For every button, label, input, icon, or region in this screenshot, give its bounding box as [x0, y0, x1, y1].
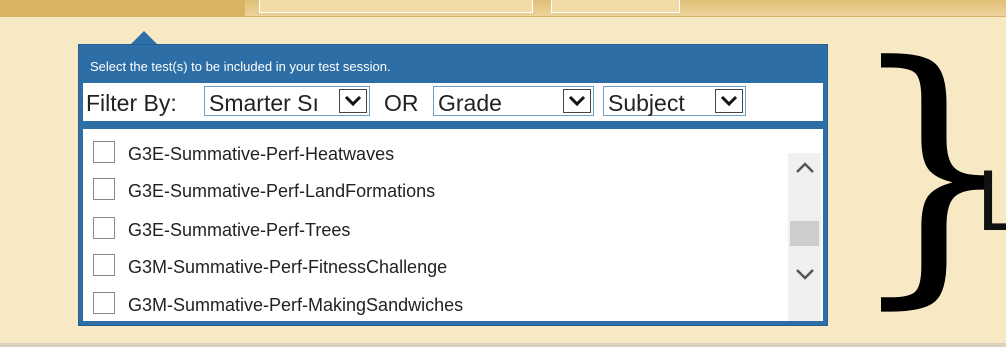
test-label: G3E-Summative-Perf-Heatwaves	[128, 144, 395, 164]
or-label: OR	[384, 90, 419, 116]
top-nav-accent	[0, 0, 245, 16]
list-scrollbar[interactable]	[788, 153, 821, 321]
test-selection-panel: Select the test(s) to be included in you…	[78, 44, 828, 326]
chevron-down-icon[interactable]	[563, 89, 591, 113]
test-label: G3M-Summative-Perf-FitnessChallenge	[128, 257, 448, 277]
test-checkbox[interactable]	[93, 217, 115, 239]
test-checkbox[interactable]	[93, 178, 115, 200]
subject-filter-select[interactable]: Subject	[603, 86, 746, 116]
test-checkbox[interactable]	[93, 254, 115, 276]
assessment-filter-value: Smarter Sı	[209, 90, 319, 116]
test-checkbox[interactable]	[93, 292, 115, 314]
test-list: G3E-Summative-Perf-Heatwaves G3E-Summati…	[83, 129, 823, 321]
top-nav-tab-2[interactable]	[551, 0, 680, 13]
filter-by-label: Filter By:	[86, 90, 177, 116]
test-label: G3E-Summative-Perf-Trees	[128, 220, 351, 240]
chevron-down-icon[interactable]	[715, 89, 743, 113]
side-letter: L	[977, 153, 1006, 249]
chevron-down-icon[interactable]	[795, 267, 815, 286]
chevron-down-icon[interactable]	[339, 89, 367, 113]
chevron-up-icon[interactable]	[795, 161, 815, 180]
test-checkbox[interactable]	[93, 141, 115, 163]
test-label: G3E-Summative-Perf-LandFormations	[128, 181, 436, 201]
instruction-text: Select the test(s) to be included in you…	[90, 59, 391, 74]
assessment-filter-select[interactable]: Smarter Sı	[204, 86, 370, 116]
page-bottom-border	[0, 343, 1006, 347]
popup-pointer	[130, 31, 158, 45]
scrollbar-thumb[interactable]	[790, 221, 819, 246]
subject-filter-value: Subject	[608, 90, 685, 116]
grade-filter-select[interactable]: Grade	[433, 86, 594, 116]
top-nav-tab-1[interactable]	[259, 0, 533, 13]
test-label: G3M-Summative-Perf-MakingSandwiches	[128, 295, 464, 315]
filter-row: Filter By: Smarter Sı OR Grade Subject	[83, 83, 823, 121]
grade-filter-value: Grade	[438, 90, 502, 116]
